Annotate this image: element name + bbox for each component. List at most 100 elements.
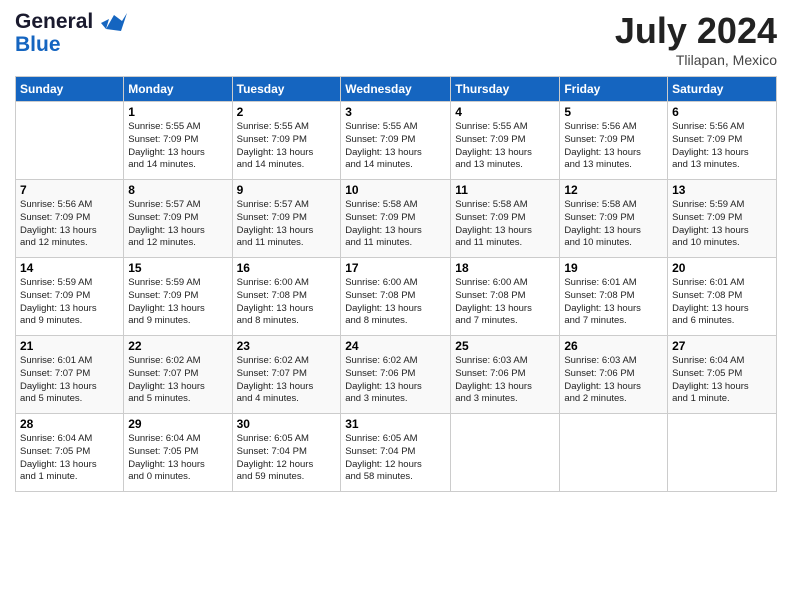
calendar-cell [451,414,560,492]
calendar-cell [16,102,124,180]
calendar-cell: 11Sunrise: 5:58 AMSunset: 7:09 PMDayligh… [451,180,560,258]
logo-blue: Blue [15,33,127,56]
day-number: 5 [564,105,663,119]
day-number: 14 [20,261,119,275]
week-row-4: 21 Sunrise: 6:01 AMSunset: 7:07 PMDayligh… [16,336,777,414]
day-number: 9 [237,183,337,197]
calendar-cell: 15 Sunrise: 5:59 AMSunset: 7:09 PMDayligh… [124,258,232,336]
week-row-3: 14 Sunrise: 5:59 AMSunset: 7:09 PMDayligh… [16,258,777,336]
calendar-cell: 12 Sunrise: 5:58 AMSunset: 7:09 PMDayligh… [560,180,668,258]
calendar-cell: 27Sunrise: 6:04 AMSunset: 7:05 PMDayligh… [668,336,777,414]
calendar-cell: 26Sunrise: 6:03 AMSunset: 7:06 PMDayligh… [560,336,668,414]
day-number: 25 [455,339,555,353]
day-number: 28 [20,417,119,431]
day-info: Sunrise: 6:04 AMSunset: 7:05 PMDaylight:… [128,433,227,484]
day-number: 17 [345,261,446,275]
day-info: Sunrise: 6:03 AMSunset: 7:06 PMDaylight:… [455,355,555,406]
day-info: Sunrise: 6:02 AMSunset: 7:07 PMDaylight:… [128,355,227,406]
day-number: 23 [237,339,337,353]
calendar-cell [668,414,777,492]
day-number: 21 [20,339,119,353]
day-number: 31 [345,417,446,431]
calendar-cell: 17 Sunrise: 6:00 AMSunset: 7:08 PMDayligh… [341,258,451,336]
day-number: 1 [128,105,227,119]
day-number: 15 [128,261,227,275]
day-number: 20 [672,261,772,275]
week-row-2: 7Sunrise: 5:56 AMSunset: 7:09 PMDaylight… [16,180,777,258]
logo-text-block: General Blue [15,10,127,57]
day-header-row: SundayMondayTuesdayWednesdayThursdayFrid… [16,77,777,102]
calendar-cell: 5Sunrise: 5:56 AMSunset: 7:09 PMDaylight… [560,102,668,180]
day-info: Sunrise: 6:02 AMSunset: 7:06 PMDaylight:… [345,355,446,406]
calendar-cell [560,414,668,492]
day-info: Sunrise: 5:55 AMSunset: 7:09 PMDaylight:… [345,121,446,172]
calendar-cell: 19Sunrise: 6:01 AMSunset: 7:08 PMDayligh… [560,258,668,336]
calendar-cell: 20 Sunrise: 6:01 AMSunset: 7:08 PMDayligh… [668,258,777,336]
day-info: Sunrise: 5:58 AMSunset: 7:09 PMDaylight:… [345,199,446,250]
day-info: Sunrise: 5:55 AMSunset: 7:09 PMDaylight:… [455,121,555,172]
logo: General Blue [15,10,127,57]
calendar-cell: 24Sunrise: 6:02 AMSunset: 7:06 PMDayligh… [341,336,451,414]
day-number: 11 [455,183,555,197]
calendar-cell: 10 Sunrise: 5:58 AMSunset: 7:09 PMDayligh… [341,180,451,258]
day-info: Sunrise: 6:00 AMSunset: 7:08 PMDaylight:… [237,277,337,328]
day-info: Sunrise: 6:04 AMSunset: 7:05 PMDaylight:… [20,433,119,484]
day-number: 6 [672,105,772,119]
day-info: Sunrise: 5:59 AMSunset: 7:09 PMDaylight:… [20,277,119,328]
day-info: Sunrise: 5:58 AMSunset: 7:09 PMDaylight:… [564,199,663,250]
page-container: General Blue July 2024 Tlilapan, Mexico … [0,0,792,502]
day-header-saturday: Saturday [668,77,777,102]
day-info: Sunrise: 6:01 AMSunset: 7:07 PMDaylight:… [20,355,119,406]
calendar-cell: 31 Sunrise: 6:05 AMSunset: 7:04 PMDayligh… [341,414,451,492]
day-info: Sunrise: 5:55 AMSunset: 7:09 PMDaylight:… [237,121,337,172]
day-info: Sunrise: 5:59 AMSunset: 7:09 PMDaylight:… [128,277,227,328]
day-header-tuesday: Tuesday [232,77,341,102]
day-info: Sunrise: 6:05 AMSunset: 7:04 PMDaylight:… [237,433,337,484]
calendar-cell: 18 Sunrise: 6:00 AMSunset: 7:08 PMDayligh… [451,258,560,336]
calendar-cell: 8 Sunrise: 5:57 AMSunset: 7:09 PMDaylight… [124,180,232,258]
calendar-cell: 21 Sunrise: 6:01 AMSunset: 7:07 PMDayligh… [16,336,124,414]
day-number: 29 [128,417,227,431]
calendar-cell: 29 Sunrise: 6:04 AMSunset: 7:05 PMDayligh… [124,414,232,492]
day-info: Sunrise: 5:59 AMSunset: 7:09 PMDaylight:… [672,199,772,250]
day-number: 3 [345,105,446,119]
day-info: Sunrise: 5:56 AMSunset: 7:09 PMDaylight:… [672,121,772,172]
day-number: 12 [564,183,663,197]
day-number: 18 [455,261,555,275]
calendar-cell: 23 Sunrise: 6:02 AMSunset: 7:07 PMDayligh… [232,336,341,414]
day-info: Sunrise: 6:05 AMSunset: 7:04 PMDaylight:… [345,433,446,484]
day-number: 4 [455,105,555,119]
title-block: July 2024 Tlilapan, Mexico [615,10,777,68]
logo-bird-icon [101,11,127,33]
day-info: Sunrise: 5:55 AMSunset: 7:09 PMDaylight:… [128,121,227,172]
calendar-cell: 14 Sunrise: 5:59 AMSunset: 7:09 PMDayligh… [16,258,124,336]
calendar-cell: 2 Sunrise: 5:55 AMSunset: 7:09 PMDaylight… [232,102,341,180]
day-info: Sunrise: 5:56 AMSunset: 7:09 PMDaylight:… [20,199,119,250]
calendar-cell: 7Sunrise: 5:56 AMSunset: 7:09 PMDaylight… [16,180,124,258]
day-number: 2 [237,105,337,119]
day-info: Sunrise: 6:00 AMSunset: 7:08 PMDaylight:… [455,277,555,328]
calendar-cell: 9 Sunrise: 5:57 AMSunset: 7:09 PMDaylight… [232,180,341,258]
day-info: Sunrise: 5:57 AMSunset: 7:09 PMDaylight:… [237,199,337,250]
calendar-cell: 13Sunrise: 5:59 AMSunset: 7:09 PMDayligh… [668,180,777,258]
day-info: Sunrise: 6:01 AMSunset: 7:08 PMDaylight:… [672,277,772,328]
day-header-friday: Friday [560,77,668,102]
day-info: Sunrise: 6:02 AMSunset: 7:07 PMDaylight:… [237,355,337,406]
day-number: 10 [345,183,446,197]
day-number: 19 [564,261,663,275]
day-header-monday: Monday [124,77,232,102]
header: General Blue July 2024 Tlilapan, Mexico [15,10,777,68]
calendar-cell: 4 Sunrise: 5:55 AMSunset: 7:09 PMDaylight… [451,102,560,180]
week-row-1: 1 Sunrise: 5:55 AMSunset: 7:09 PMDaylight… [16,102,777,180]
day-info: Sunrise: 5:57 AMSunset: 7:09 PMDaylight:… [128,199,227,250]
calendar-table: SundayMondayTuesdayWednesdayThursdayFrid… [15,76,777,492]
calendar-cell: 6 Sunrise: 5:56 AMSunset: 7:09 PMDaylight… [668,102,777,180]
day-info: Sunrise: 6:03 AMSunset: 7:06 PMDaylight:… [564,355,663,406]
calendar-cell: 22Sunrise: 6:02 AMSunset: 7:07 PMDayligh… [124,336,232,414]
day-info: Sunrise: 6:00 AMSunset: 7:08 PMDaylight:… [345,277,446,328]
calendar-cell: 30Sunrise: 6:05 AMSunset: 7:04 PMDayligh… [232,414,341,492]
day-header-sunday: Sunday [16,77,124,102]
calendar-cell: 28 Sunrise: 6:04 AMSunset: 7:05 PMDayligh… [16,414,124,492]
day-number: 8 [128,183,227,197]
logo-general: General [15,10,93,33]
